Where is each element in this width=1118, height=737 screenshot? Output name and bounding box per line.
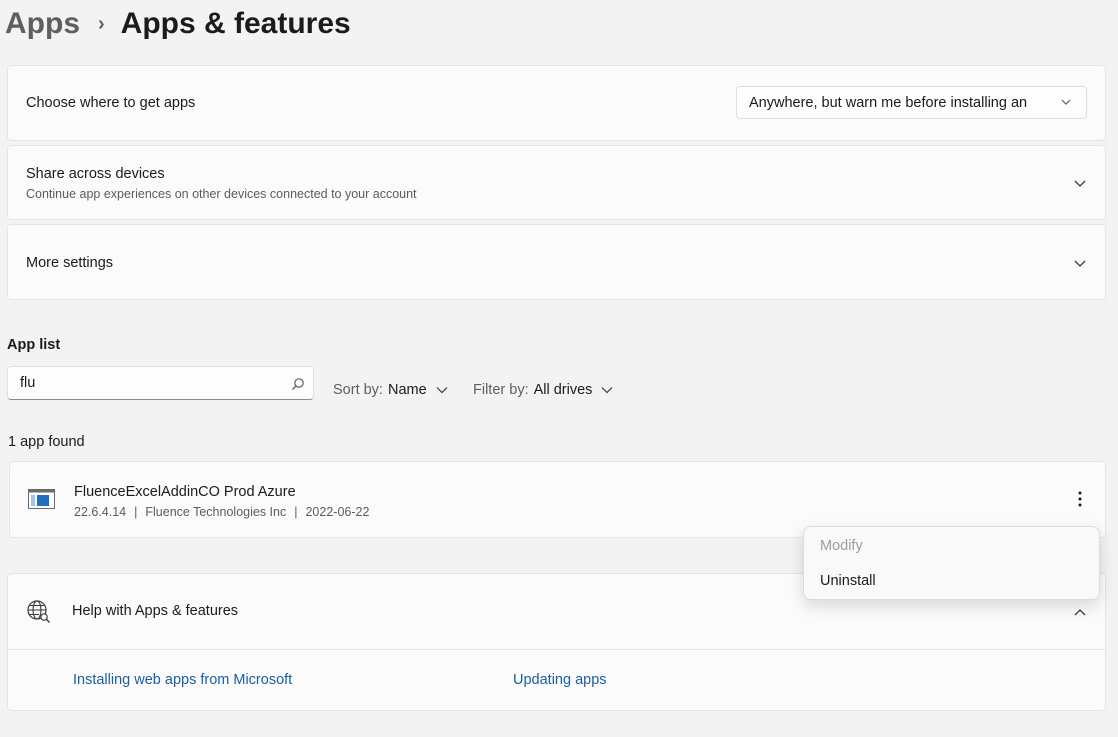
breadcrumb-apps-link[interactable]: Apps [5,7,80,41]
settings-page: Apps › Apps & features Choose where to g… [0,0,1118,737]
filter-by-dropdown[interactable]: Filter by: All drives [473,382,614,398]
breadcrumb-separator: › [98,12,105,35]
meta-separator: | [294,505,298,519]
globe-search-icon [27,600,50,623]
app-search-input[interactable]: flu [7,366,314,400]
chevron-down-icon[interactable] [1073,176,1087,190]
app-version: 22.6.4.14 [74,505,127,519]
app-more-options-button[interactable] [1068,487,1092,511]
app-source-dropdown[interactable]: Anywhere, but warn me before installing … [736,86,1087,119]
choose-where-label: Choose where to get apps [26,95,196,111]
page-title: Apps & features [120,7,351,40]
share-across-label: Share across devices [26,166,165,182]
app-search-value: flu [20,375,36,391]
app-context-menu: Modify Uninstall [803,526,1100,600]
more-settings-label: More settings [26,255,114,271]
app-name: FluenceExcelAddinCO Prod Azure [74,484,296,500]
filter-by-prefix: Filter by: [473,382,529,398]
chevron-up-icon[interactable] [1073,605,1087,619]
app-window-icon [28,489,55,509]
filter-by-value: All drives [533,382,593,398]
more-settings-card[interactable]: More settings [7,224,1106,300]
breadcrumb: Apps › Apps & features [5,4,351,44]
updating-apps-link[interactable]: Updating apps [513,672,607,688]
share-across-devices-card[interactable]: Share across devices Continue app experi… [7,145,1106,220]
chevron-down-icon [1061,99,1071,105]
chevron-down-icon [601,387,613,394]
app-publisher: Fluence Technologies Inc [145,505,287,519]
sort-by-value: Name [387,382,427,398]
more-vertical-icon [1078,491,1082,507]
uninstall-menu-item[interactable]: Uninstall [820,573,876,589]
share-across-description: Continue app experiences on other device… [26,187,417,201]
chevron-down-icon[interactable] [1073,256,1087,270]
app-list-heading: App list [7,337,61,353]
app-meta: 22.6.4.14 | Fluence Technologies Inc | 2022-… [74,505,369,519]
sort-by-dropdown[interactable]: Sort by: Name [333,382,449,398]
sort-by-prefix: Sort by: [333,382,383,398]
divider [8,649,1105,650]
app-install-date: 2022-06-22 [305,505,370,519]
apps-found-count: 1 app found [8,434,85,450]
app-source-dropdown-value: Anywhere, but warn me before installing … [749,94,1028,111]
help-title: Help with Apps & features [72,603,239,619]
installing-web-apps-link[interactable]: Installing web apps from Microsoft [73,672,292,688]
meta-separator: | [134,505,138,519]
modify-menu-item: Modify [820,538,863,554]
search-icon[interactable] [291,377,305,391]
chevron-down-icon [436,387,448,394]
choose-where-card: Choose where to get apps Anywhere, but w… [7,65,1106,141]
